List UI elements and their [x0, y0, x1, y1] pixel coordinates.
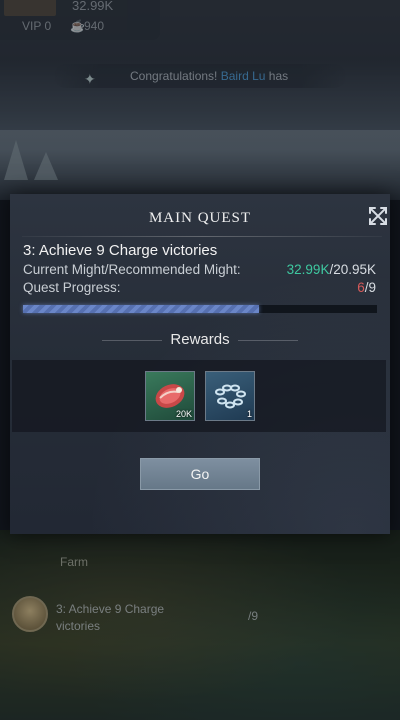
quest-tracker-avatar: [12, 596, 48, 632]
rewards-heading: Rewards: [170, 331, 230, 348]
ticker-suffix: has: [268, 69, 289, 83]
progress-done: 6: [357, 280, 365, 295]
reward-item-meat[interactable]: 20K: [145, 371, 195, 421]
progress-label: Quest Progress:: [23, 280, 121, 295]
player-hud: 32.99K VIP 0 ☕ 940: [0, 0, 160, 40]
reward-count: 20K: [175, 409, 192, 419]
rewards-divider-right: [238, 340, 298, 341]
announcement-ticker: ✦ Congratulations! Baird Lu has: [54, 64, 346, 88]
hud-might-value: 32.99K: [72, 0, 114, 13]
quest-progress-bar: [23, 305, 377, 313]
quest-progress-fill: [23, 305, 260, 313]
ticker-player-name: Baird Lu: [220, 69, 266, 83]
main-quest-dialog: MAIN QUEST 3: Achieve 9 Charge victories…: [10, 194, 390, 534]
ticker-prefix: Congratulations!: [130, 69, 218, 83]
reward-item-chain[interactable]: 1: [205, 371, 255, 421]
player-avatar[interactable]: [4, 0, 56, 16]
quest-name: 3: Achieve 9 Charge victories: [23, 242, 218, 259]
go-button[interactable]: Go: [140, 458, 260, 490]
recommended-might: /20.95K: [329, 262, 376, 277]
farm-label: Farm: [60, 555, 88, 569]
dialog-title: MAIN QUEST: [148, 210, 252, 226]
hud-power-value: 940: [84, 19, 105, 33]
close-icon: [369, 207, 387, 225]
ticker-message: Congratulations! Baird Lu has: [130, 64, 288, 88]
close-button[interactable]: [366, 204, 390, 228]
vip-level: VIP 0: [22, 19, 52, 33]
quest-tracker-progress: /9: [248, 609, 259, 623]
title-divider: [22, 236, 382, 237]
might-value: 32.99K/20.95K: [287, 262, 376, 277]
trophy-icon: ☕: [70, 19, 85, 33]
progress-value: 6/9: [357, 280, 376, 295]
rewards-panel: 20K 1: [12, 360, 386, 432]
reward-count: 1: [246, 409, 252, 419]
bird-icon: ✦: [84, 71, 96, 87]
might-label: Current Might/Recommended Might:: [23, 262, 241, 277]
current-might: 32.99K: [286, 262, 330, 277]
progress-total: /9: [364, 280, 376, 295]
quest-tracker-text: 3: Achieve 9 Charge victories: [56, 602, 165, 633]
